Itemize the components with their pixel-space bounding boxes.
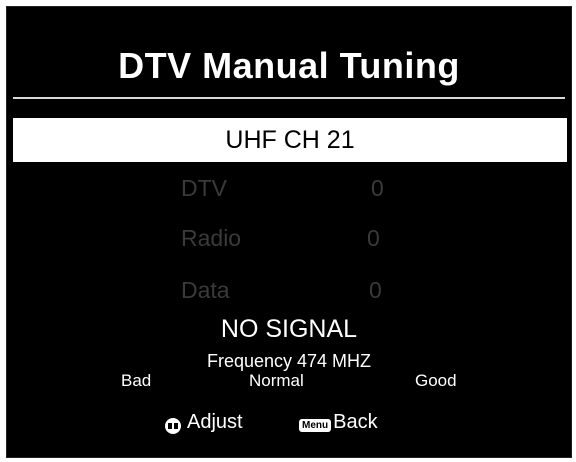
menu-key-icon: Menu [299, 419, 332, 432]
signal-status: NO SIGNAL [220, 315, 358, 343]
back-label: Back [333, 411, 378, 433]
count-row-data: Data 0 [7, 277, 571, 307]
quality-label-bad: Bad [121, 371, 152, 390]
count-value-data: 0 [369, 277, 382, 303]
channel-label: UHF CH 21 [225, 125, 355, 154]
page-title: DTV Manual Tuning [118, 45, 460, 86]
dtv-tuning-screen: DTV Manual Tuning UHF CH 21 DTV 0 Radio … [6, 6, 572, 458]
count-label-radio: Radio [181, 225, 242, 251]
back-hint: Menu Back [299, 411, 378, 434]
quality-label-normal: Normal [249, 371, 304, 390]
adjust-label: Adjust [187, 411, 243, 433]
channel-selector[interactable]: UHF CH 21 [13, 118, 567, 162]
title-divider [13, 97, 565, 99]
frequency-readout: Frequency 474 MHZ [206, 351, 372, 371]
count-value-dtv: 0 [371, 175, 384, 201]
count-label-dtv: DTV [181, 175, 227, 201]
count-row-radio: Radio 0 [7, 225, 571, 255]
count-row-dtv: DTV 0 [7, 175, 571, 205]
left-right-arrows-icon [165, 417, 181, 434]
quality-label-good: Good [415, 371, 457, 390]
count-label-data: Data [181, 277, 230, 303]
adjust-hint: Adjust [165, 411, 243, 434]
count-value-radio: 0 [367, 225, 380, 251]
